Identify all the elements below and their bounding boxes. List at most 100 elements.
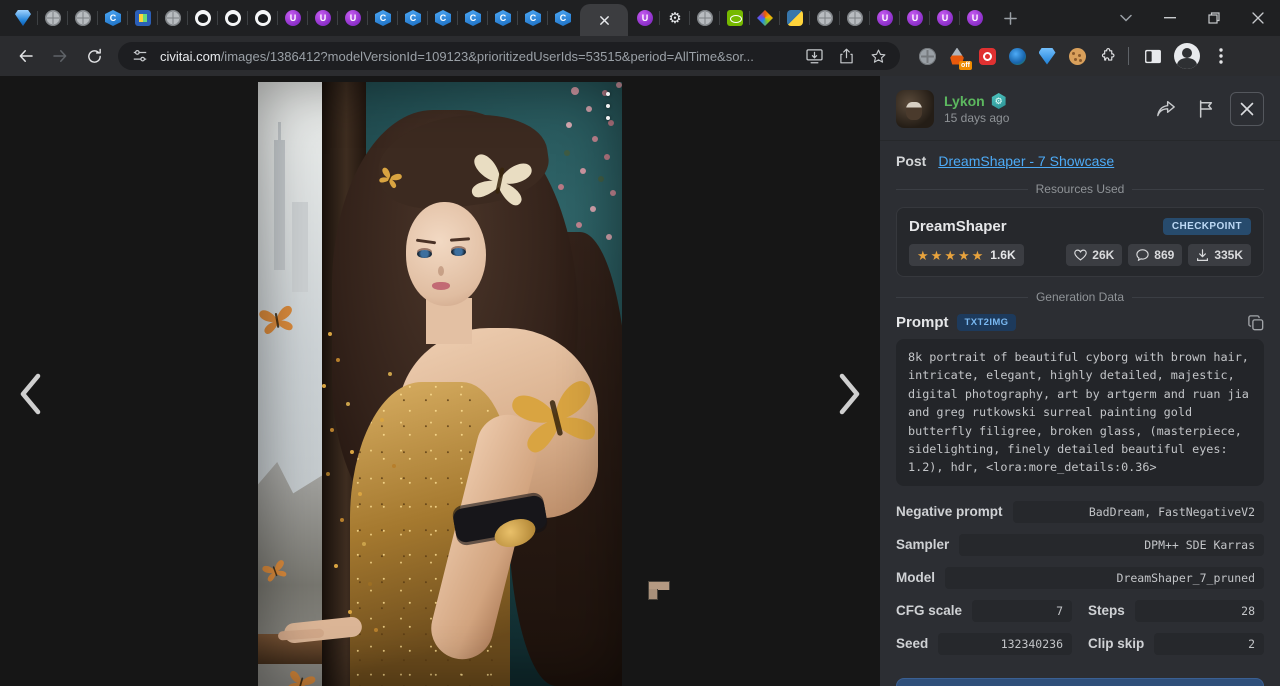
field-value: 2 xyxy=(1154,633,1264,655)
pinned-tab[interactable] xyxy=(398,3,428,33)
comments-pill[interactable]: 869 xyxy=(1128,244,1182,266)
share-arrow-icon xyxy=(1156,100,1176,118)
pinned-tab[interactable] xyxy=(548,3,578,33)
pinned-tab[interactable] xyxy=(870,3,900,33)
rating-pill[interactable]: ★★★★★ 1.6K xyxy=(909,244,1024,266)
copy-icon xyxy=(1248,315,1264,331)
u-app-icon xyxy=(967,10,983,26)
extension-flame-off[interactable]: off xyxy=(944,43,970,69)
pinned-tab[interactable]: ⚙ xyxy=(660,3,690,33)
prompt-label: Prompt xyxy=(896,314,949,331)
close-window-button[interactable] xyxy=(1236,1,1280,35)
forward-button[interactable] xyxy=(44,40,76,72)
pinned-tab[interactable] xyxy=(338,3,368,33)
active-tab[interactable] xyxy=(580,4,628,36)
toolbar-divider xyxy=(1128,47,1129,65)
field-value: DreamShaper_7_pruned xyxy=(945,567,1264,589)
bookmark-star-icon[interactable] xyxy=(866,44,890,68)
pinned-tab[interactable] xyxy=(900,3,930,33)
resource-card[interactable]: DreamShaper CHECKPOINT ★★★★★ 1.6K 26K 86… xyxy=(896,207,1264,277)
pinned-tab[interactable] xyxy=(630,3,660,33)
pinned-tab[interactable] xyxy=(368,3,398,33)
arrow-left-icon xyxy=(17,47,35,65)
share-post-button[interactable] xyxy=(1150,93,1182,125)
pinned-tab[interactable] xyxy=(780,3,810,33)
pinned-tab[interactable] xyxy=(428,3,458,33)
copy-prompt-button[interactable] xyxy=(1248,315,1264,331)
pinned-tab[interactable] xyxy=(810,3,840,33)
report-flag-button[interactable] xyxy=(1190,93,1222,125)
pinned-tab[interactable] xyxy=(218,3,248,33)
new-tab-button[interactable] xyxy=(996,4,1024,32)
pinned-tab[interactable] xyxy=(248,3,278,33)
pinned-tab[interactable] xyxy=(930,3,960,33)
extensions-menu-button[interactable] xyxy=(1094,43,1120,69)
pinned-tab[interactable] xyxy=(518,3,548,33)
github-icon xyxy=(195,10,211,26)
likes-pill[interactable]: 26K xyxy=(1066,244,1122,266)
username-link[interactable]: Lykon xyxy=(944,93,985,109)
pinned-tab[interactable] xyxy=(38,3,68,33)
url-text: civitai.com/images/1386412?modelVersionI… xyxy=(160,49,794,64)
pinned-tab[interactable] xyxy=(750,3,780,33)
toolbox-icon xyxy=(135,10,151,26)
pinned-tab[interactable] xyxy=(98,3,128,33)
side-panel-icon xyxy=(1144,49,1162,64)
minimize-button[interactable] xyxy=(1148,1,1192,35)
u-app-icon xyxy=(907,10,923,26)
side-panel-button[interactable] xyxy=(1137,40,1169,72)
extension-globe[interactable] xyxy=(914,43,940,69)
generated-image[interactable] xyxy=(258,82,622,686)
pinned-tab[interactable] xyxy=(488,3,518,33)
pinned-tab[interactable] xyxy=(68,3,98,33)
pinned-tab[interactable] xyxy=(188,3,218,33)
extension-o-ring[interactable] xyxy=(974,43,1000,69)
profile-button[interactable] xyxy=(1171,40,1203,72)
extension-globe-plus[interactable] xyxy=(1004,43,1030,69)
star-icon: ★ xyxy=(944,249,956,262)
browser-menu-button[interactable] xyxy=(1205,40,1237,72)
tab-search-caret[interactable] xyxy=(1104,1,1148,35)
reload-button[interactable] xyxy=(78,40,110,72)
pinned-tab[interactable] xyxy=(840,3,870,33)
plus-icon xyxy=(1004,12,1017,25)
downloads-pill[interactable]: 335K xyxy=(1188,244,1251,266)
image-options-menu[interactable] xyxy=(606,92,610,120)
gem-icon xyxy=(15,10,31,26)
browser-tab-strip: ⚙ xyxy=(0,0,1280,36)
close-tab-icon[interactable] xyxy=(599,15,610,26)
restore-button[interactable] xyxy=(1192,1,1236,35)
install-icon[interactable] xyxy=(802,44,826,68)
site-settings-icon[interactable] xyxy=(128,44,152,68)
globe-plus-icon xyxy=(1009,48,1026,65)
pinned-tab[interactable] xyxy=(278,3,308,33)
back-button[interactable] xyxy=(10,40,42,72)
extension-gem[interactable] xyxy=(1034,43,1060,69)
python-icon xyxy=(787,10,803,26)
extension-cookie[interactable] xyxy=(1064,43,1090,69)
likes-count: 26K xyxy=(1092,248,1114,262)
post-link[interactable]: DreamShaper - 7 Showcase xyxy=(938,153,1114,169)
pinned-tab[interactable] xyxy=(720,3,750,33)
close-panel-button[interactable] xyxy=(1230,92,1264,126)
reload-icon xyxy=(86,48,103,65)
pinned-tab[interactable] xyxy=(690,3,720,33)
pinned-tab[interactable] xyxy=(308,3,338,33)
chevron-right-icon xyxy=(837,372,863,416)
u-app-icon xyxy=(315,10,331,26)
u-app-icon xyxy=(937,10,953,26)
pinned-tab[interactable] xyxy=(158,3,188,33)
post-time: 15 days ago xyxy=(944,111,1009,125)
previous-image-button[interactable] xyxy=(6,364,54,424)
user-avatar[interactable] xyxy=(896,90,934,128)
pinned-tab[interactable] xyxy=(128,3,158,33)
o-ring-icon xyxy=(979,48,996,65)
pinned-tab[interactable] xyxy=(458,3,488,33)
next-image-button[interactable] xyxy=(826,364,874,424)
share-icon[interactable] xyxy=(834,44,858,68)
pinned-tab[interactable] xyxy=(8,3,38,33)
copy-generation-data-button[interactable] xyxy=(896,678,1264,686)
pinned-tab[interactable] xyxy=(960,3,990,33)
address-bar[interactable]: civitai.com/images/1386412?modelVersionI… xyxy=(118,42,900,70)
star-icon: ★ xyxy=(972,249,984,262)
